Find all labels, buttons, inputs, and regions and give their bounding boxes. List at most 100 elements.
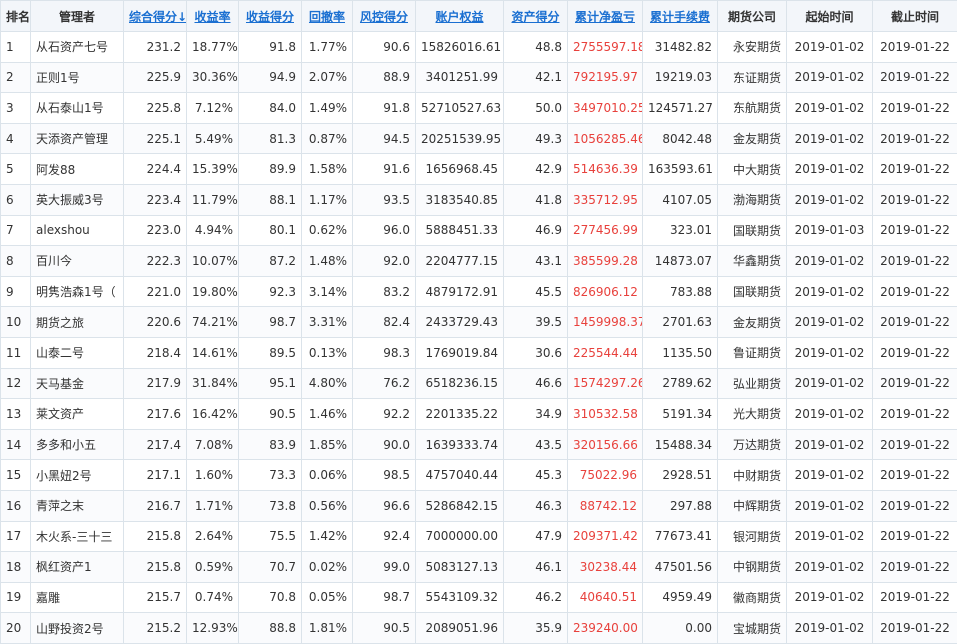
net-pnl-cell: 209371.42: [568, 521, 643, 552]
broker-cell: 中大期货: [718, 154, 787, 185]
header-return-rate[interactable]: 收益率: [187, 1, 239, 32]
manager-cell: 百川今: [31, 246, 124, 277]
start-date-cell: 2019-01-02: [787, 613, 873, 644]
end-date-cell: 2019-01-22: [873, 154, 957, 185]
return-rate-cell: 16.42%: [187, 399, 239, 430]
return-rate-cell: 14.61%: [187, 337, 239, 368]
manager-cell: 木火系-三十三: [31, 521, 124, 552]
asset-score-cell: 30.6: [504, 337, 568, 368]
return-rate-cell: 7.08%: [187, 429, 239, 460]
header-fees[interactable]: 累计手续费: [643, 1, 718, 32]
equity-cell: 1769019.84: [416, 337, 504, 368]
table-row[interactable]: 1从石资产七号231.218.77%91.81.77%90.615826016.…: [1, 32, 957, 63]
manager-cell: 青萍之末: [31, 490, 124, 521]
header-return-score-label[interactable]: 收益得分: [246, 10, 294, 24]
asset-score-cell: 43.5: [504, 429, 568, 460]
return-rate-cell: 1.60%: [187, 460, 239, 491]
header-broker: 期货公司: [718, 1, 787, 32]
fees-cell: 0.00: [643, 613, 718, 644]
total-score-cell: 215.8: [124, 552, 187, 583]
table-row[interactable]: 14多多和小五217.47.08%83.91.85%90.01639333.74…: [1, 429, 957, 460]
manager-cell: 天添资产管理: [31, 123, 124, 154]
start-date-cell: 2019-01-02: [787, 490, 873, 521]
start-date-cell: 2019-01-02: [787, 337, 873, 368]
fees-cell: 2928.51: [643, 460, 718, 491]
header-net-pnl[interactable]: 累计净盈亏: [568, 1, 643, 32]
table-row[interactable]: 7alexshou223.04.94%80.10.62%96.05888451.…: [1, 215, 957, 246]
table-row[interactable]: 3从石泰山1号225.87.12%84.01.49%91.852710527.6…: [1, 93, 957, 124]
table-row[interactable]: 17木火系-三十三215.82.64%75.51.42%92.47000000.…: [1, 521, 957, 552]
header-risk-score-label[interactable]: 风控得分: [360, 10, 408, 24]
total-score-cell: 231.2: [124, 32, 187, 63]
table-row[interactable]: 9明隽浩森1号（221.019.80%92.33.14%83.24879172.…: [1, 276, 957, 307]
total-score-cell: 225.8: [124, 93, 187, 124]
rank-cell: 8: [1, 246, 31, 277]
total-score-cell: 221.0: [124, 276, 187, 307]
header-equity-label[interactable]: 账户权益: [435, 10, 483, 24]
header-drawdown-label[interactable]: 回撤率: [309, 10, 345, 24]
return-score-cell: 98.7: [239, 307, 302, 338]
header-drawdown[interactable]: 回撤率: [302, 1, 353, 32]
table-row[interactable]: 15小黑妞2号217.11.60%73.30.06%98.54757040.44…: [1, 460, 957, 491]
header-risk-score[interactable]: 风控得分: [353, 1, 416, 32]
start-date-cell: 2019-01-02: [787, 582, 873, 613]
return-rate-cell: 18.77%: [187, 32, 239, 63]
rank-cell: 10: [1, 307, 31, 338]
manager-cell: alexshou: [31, 215, 124, 246]
equity-cell: 5543109.32: [416, 582, 504, 613]
risk-score-cell: 91.6: [353, 154, 416, 185]
return-rate-cell: 31.84%: [187, 368, 239, 399]
ranking-table: 排名管理者综合得分↓收益率收益得分回撤率风控得分账户权益资产得分累计净盈亏累计手…: [0, 0, 957, 644]
end-date-cell: 2019-01-22: [873, 613, 957, 644]
risk-score-cell: 90.0: [353, 429, 416, 460]
table-row[interactable]: 19嘉雕215.70.74%70.80.05%98.75543109.3246.…: [1, 582, 957, 613]
table-row[interactable]: 16青萍之末216.71.71%73.80.56%96.65286842.154…: [1, 490, 957, 521]
header-net-pnl-label[interactable]: 累计净盈亏: [575, 10, 635, 24]
drawdown-cell: 1.81%: [302, 613, 353, 644]
table-row[interactable]: 18枫红资产1215.80.59%70.70.02%99.05083127.13…: [1, 552, 957, 583]
header-equity[interactable]: 账户权益: [416, 1, 504, 32]
header-asset-score[interactable]: 资产得分: [504, 1, 568, 32]
table-row[interactable]: 8百川今222.310.07%87.21.48%92.02204777.1543…: [1, 246, 957, 277]
table-row[interactable]: 13莱文资产217.616.42%90.51.46%92.22201335.22…: [1, 399, 957, 430]
header-return-score[interactable]: 收益得分: [239, 1, 302, 32]
total-score-cell: 222.3: [124, 246, 187, 277]
header-return-rate-label[interactable]: 收益率: [194, 10, 230, 24]
start-date-cell: 2019-01-02: [787, 307, 873, 338]
header-asset-score-label[interactable]: 资产得分: [511, 10, 559, 24]
net-pnl-cell: 385599.28: [568, 246, 643, 277]
manager-cell: 枫红资产1: [31, 552, 124, 583]
broker-cell: 国联期货: [718, 276, 787, 307]
table-row[interactable]: 12天马基金217.931.84%95.14.80%76.26518236.15…: [1, 368, 957, 399]
table-row[interactable]: 6英大振威3号223.411.79%88.11.17%93.53183540.8…: [1, 184, 957, 215]
fees-cell: 77673.41: [643, 521, 718, 552]
table-row[interactable]: 5阿发88224.415.39%89.91.58%91.61656968.454…: [1, 154, 957, 185]
fees-cell: 14873.07: [643, 246, 718, 277]
risk-score-cell: 88.9: [353, 62, 416, 93]
drawdown-cell: 1.46%: [302, 399, 353, 430]
net-pnl-cell: 320156.66: [568, 429, 643, 460]
start-date-cell: 2019-01-02: [787, 62, 873, 93]
net-pnl-cell: 2755597.18: [568, 32, 643, 63]
table-row[interactable]: 10期货之旅220.674.21%98.73.31%82.42433729.43…: [1, 307, 957, 338]
header-total-score-label[interactable]: 综合得分↓: [129, 10, 187, 24]
drawdown-cell: 0.87%: [302, 123, 353, 154]
return-rate-cell: 11.79%: [187, 184, 239, 215]
rank-cell: 19: [1, 582, 31, 613]
rank-cell: 9: [1, 276, 31, 307]
rank-cell: 7: [1, 215, 31, 246]
table-row[interactable]: 20山野投资2号215.212.93%88.81.81%90.52089051.…: [1, 613, 957, 644]
table-row[interactable]: 11山泰二号218.414.61%89.50.13%98.31769019.84…: [1, 337, 957, 368]
start-date-cell: 2019-01-02: [787, 32, 873, 63]
end-date-cell: 2019-01-22: [873, 429, 957, 460]
return-score-cell: 73.8: [239, 490, 302, 521]
asset-score-cell: 47.9: [504, 521, 568, 552]
header-fees-label[interactable]: 累计手续费: [650, 10, 710, 24]
broker-cell: 金友期货: [718, 307, 787, 338]
equity-cell: 5286842.15: [416, 490, 504, 521]
asset-score-cell: 42.1: [504, 62, 568, 93]
return-rate-cell: 0.74%: [187, 582, 239, 613]
table-row[interactable]: 4天添资产管理225.15.49%81.30.87%94.520251539.9…: [1, 123, 957, 154]
header-total-score[interactable]: 综合得分↓: [124, 1, 187, 32]
table-row[interactable]: 2正则1号225.930.36%94.92.07%88.93401251.994…: [1, 62, 957, 93]
